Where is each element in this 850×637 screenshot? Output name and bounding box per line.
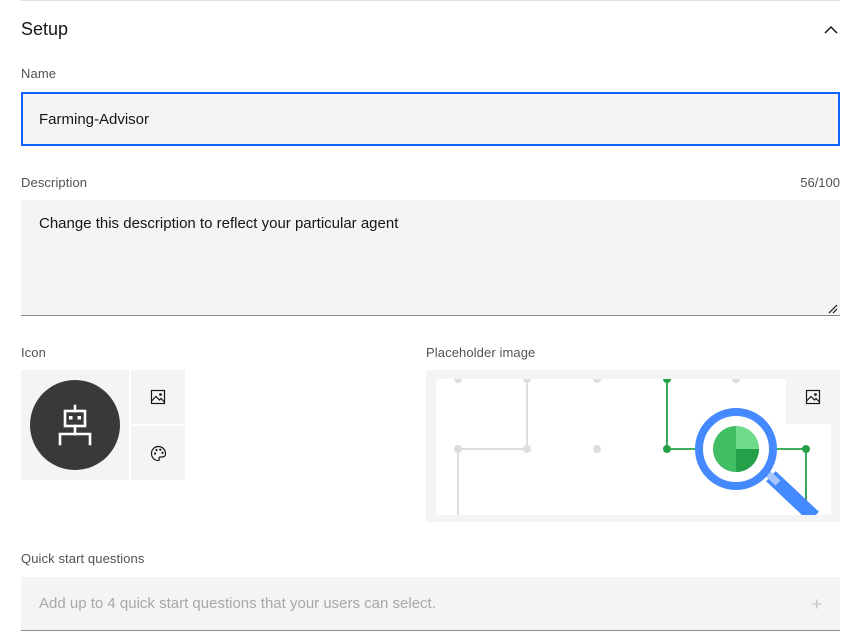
name-input[interactable] — [21, 92, 840, 146]
quick-start-label: Quick start questions — [21, 551, 145, 566]
setup-section-header[interactable]: Setup — [21, 10, 840, 48]
top-divider — [21, 0, 840, 1]
description-char-counter: 56/100 — [800, 175, 840, 190]
placeholder-image-preview — [426, 370, 840, 522]
chevron-up-icon[interactable] — [822, 20, 840, 38]
robot-icon — [58, 404, 92, 446]
description-label: Description — [21, 175, 88, 190]
placeholder-illustration — [436, 379, 831, 515]
icon-preview — [21, 370, 129, 480]
quick-start-input[interactable]: Add up to 4 quick start questions that y… — [21, 577, 840, 631]
placeholder-image-label: Placeholder image — [426, 345, 536, 360]
upload-icon-button[interactable] — [131, 370, 185, 424]
palette-icon — [150, 445, 166, 461]
upload-placeholder-image-button[interactable] — [786, 370, 840, 424]
icon-label: Icon — [21, 345, 46, 360]
description-textarea[interactable]: Change this description to reflect your … — [21, 200, 840, 316]
section-title: Setup — [21, 18, 69, 39]
icon-color-button[interactable] — [131, 426, 185, 480]
avatar — [30, 380, 120, 470]
name-label: Name — [21, 66, 57, 81]
add-question-icon[interactable]: + — [811, 595, 822, 613]
resize-handle-icon[interactable] — [826, 302, 838, 314]
image-icon — [150, 389, 166, 405]
image-icon — [805, 389, 821, 405]
quick-start-placeholder: Add up to 4 quick start questions that y… — [39, 595, 436, 612]
